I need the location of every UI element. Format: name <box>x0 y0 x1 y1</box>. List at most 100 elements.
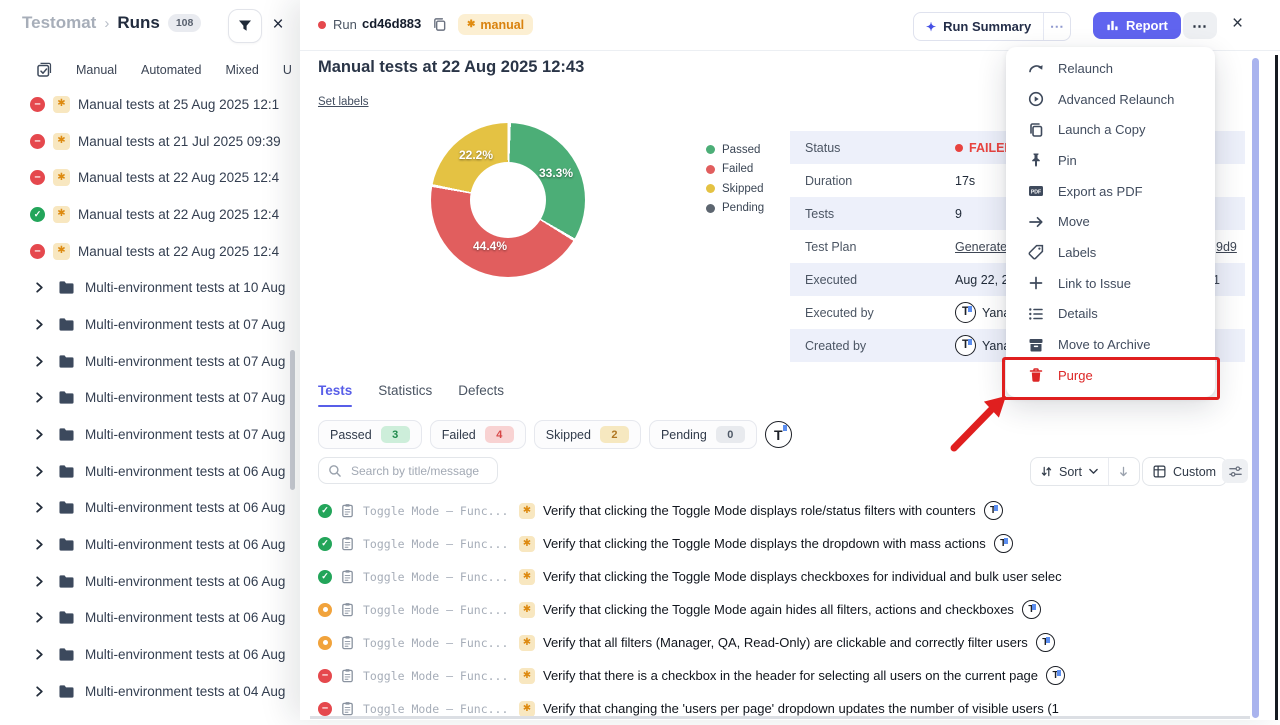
tab-automated[interactable]: Automated <box>141 63 201 77</box>
chevron-right-icon[interactable] <box>34 686 45 697</box>
chevron-right-icon[interactable] <box>34 282 45 293</box>
menu-item-advanced-relaunch[interactable]: Advanced Relaunch <box>1006 84 1215 115</box>
chevron-right-icon[interactable] <box>34 576 45 587</box>
folder-list-item[interactable]: Multi-environment tests at 07 Aug <box>0 416 300 453</box>
tab-mixed[interactable]: Mixed <box>225 63 258 77</box>
sort-button[interactable]: Sort <box>1031 458 1109 485</box>
menu-item-label: Details <box>1058 306 1098 321</box>
run-list-item-label: Manual tests at 22 Aug 2025 12:4 <box>78 244 279 259</box>
run-list-item[interactable]: – ✱ Manual tests at 22 Aug 2025 12:4 <box>0 233 300 270</box>
folder-list-item[interactable]: Multi-environment tests at 04 Aug <box>0 673 300 710</box>
chevron-right-icon[interactable] <box>34 319 45 330</box>
chevron-right-icon[interactable] <box>34 539 45 550</box>
detail-label: Executed <box>805 273 955 287</box>
chevron-right-icon[interactable] <box>34 612 45 623</box>
tab-tests[interactable]: Tests <box>318 383 352 398</box>
test-plan-link[interactable]: Generate <box>955 240 1007 254</box>
clear-filter-button[interactable]: × <box>263 9 293 41</box>
tab-defects[interactable]: Defects <box>458 383 504 398</box>
menu-item-export-as-pdf[interactable]: PDF Export as PDF <box>1006 176 1215 207</box>
chevron-right-icon[interactable] <box>34 392 45 403</box>
testomat-badge-icon[interactable]: T <box>1046 666 1065 685</box>
testomat-badge-icon[interactable]: T <box>984 501 1003 520</box>
display-settings-button[interactable] <box>1222 459 1248 483</box>
menu-item-move[interactable]: Move <box>1006 206 1215 237</box>
run-summary-button[interactable]: ✦ Run Summary <box>914 13 1044 40</box>
test-row[interactable]: Toggle Mode — Func... ✱ Verify that clic… <box>300 593 1280 626</box>
filter-chip-failed[interactable]: Failed 4 <box>430 420 526 449</box>
test-title: Verify that there is a checkbox in the h… <box>543 668 1038 683</box>
chevron-right-icon[interactable] <box>34 466 45 477</box>
tab-truncated[interactable]: U <box>283 63 292 77</box>
run-list-item[interactable]: – ✱ Manual tests at 21 Jul 2025 09:39 <box>0 123 300 160</box>
folder-list-item[interactable]: Multi-environment tests at 06 Aug <box>0 526 300 563</box>
folder-list-item[interactable]: Multi-environment tests at 06 Aug <box>0 600 300 637</box>
testomat-badge-icon[interactable]: T <box>1036 633 1055 652</box>
folder-list-item[interactable]: Multi-environment tests at 06 Aug <box>0 563 300 600</box>
filter-button[interactable] <box>228 9 262 43</box>
filter-chip-passed[interactable]: Passed 3 <box>318 420 422 449</box>
testomat-filter-icon[interactable]: T <box>765 421 792 448</box>
detail-label: Test Plan <box>805 240 955 254</box>
chevron-right-icon[interactable] <box>34 502 45 513</box>
copy-run-id-icon[interactable] <box>432 17 447 32</box>
run-list-item[interactable]: – ✱ Manual tests at 22 Aug 2025 12:4 <box>0 159 300 196</box>
filter-chip-skipped[interactable]: Skipped 2 <box>534 420 641 449</box>
run-list-item[interactable]: – ✱ Manual tests at 25 Aug 2025 12:1 <box>0 86 300 123</box>
panel-scrollbar[interactable] <box>1252 58 1259 718</box>
menu-item-details[interactable]: Details <box>1006 299 1215 330</box>
test-row[interactable]: Toggle Mode — Func... ✱ Verify that all … <box>300 626 1280 659</box>
horizontal-scrollbar[interactable] <box>310 716 1250 719</box>
set-labels-link[interactable]: Set labels <box>318 96 369 108</box>
search-input[interactable] <box>349 463 498 479</box>
chevron-right-icon[interactable] <box>34 429 45 440</box>
custom-view-button[interactable]: Custom <box>1142 457 1227 486</box>
folder-list-item[interactable]: Multi-environment tests at 06 Aug <box>0 453 300 490</box>
folder-list-item[interactable]: Multi-environment tests at 06 Aug <box>0 490 300 527</box>
chevron-right-icon[interactable] <box>34 649 45 660</box>
legend-item-passed: Passed <box>706 140 764 160</box>
menu-item-link-to-issue[interactable]: Link to Issue <box>1006 268 1215 299</box>
folder-list-item[interactable]: Multi-environment tests at 06 Aug <box>0 636 300 673</box>
folder-list-item[interactable]: Multi-environment tests at 10 Aug <box>0 269 300 306</box>
select-all-icon[interactable] <box>36 62 52 78</box>
menu-item-launch-a-copy[interactable]: Launch a Copy <box>1006 114 1215 145</box>
manual-run-icon: ✱ <box>53 169 70 186</box>
test-row[interactable]: ✓ Toggle Mode — Func... ✱ Verify that cl… <box>300 560 1280 593</box>
testomat-badge-icon[interactable]: T <box>994 534 1013 553</box>
run-summary-more-button[interactable]: ⋯ <box>1044 18 1070 35</box>
filter-chip-pending[interactable]: Pending 0 <box>649 420 757 449</box>
more-actions-button[interactable]: ⋯ <box>1183 12 1217 39</box>
testomat-badge-icon[interactable]: T <box>1022 600 1041 619</box>
folder-list-item[interactable]: Multi-environment tests at 07 Aug <box>0 343 300 380</box>
manual-test-icon: ✱ <box>519 503 535 519</box>
menu-item-move-to-archive[interactable]: Move to Archive <box>1006 329 1215 360</box>
folder-list-item-label: Multi-environment tests at 07 Aug <box>85 317 285 332</box>
test-row[interactable]: – Toggle Mode — Func... ✱ Verify that th… <box>300 659 1280 692</box>
tests-list: ✓ Toggle Mode — Func... ✱ Verify that cl… <box>300 494 1280 725</box>
test-title: Verify that clicking the Toggle Mode dis… <box>543 536 986 551</box>
brand-name[interactable]: Testomat <box>22 13 96 33</box>
folder-icon <box>58 647 75 662</box>
folder-list-item[interactable]: Multi-environment tests at 07 Aug <box>0 306 300 343</box>
chevron-right-icon[interactable] <box>34 356 45 367</box>
menu-item-labels[interactable]: Labels <box>1006 237 1215 268</box>
tab-statistics[interactable]: Statistics <box>378 383 432 398</box>
tab-manual[interactable]: Manual <box>76 63 117 77</box>
run-list-item-label: Manual tests at 22 Aug 2025 12:4 <box>78 170 279 185</box>
report-button[interactable]: Report <box>1093 12 1181 39</box>
test-row[interactable]: ✓ Toggle Mode — Func... ✱ Verify that cl… <box>300 494 1280 527</box>
sidebar-scrollbar[interactable] <box>290 350 295 490</box>
menu-item-pin[interactable]: Pin <box>1006 145 1215 176</box>
close-panel-button[interactable]: × <box>1232 13 1243 35</box>
test-row[interactable]: – Toggle Mode — Func... ✱ Verify that ch… <box>300 692 1280 725</box>
search-box[interactable] <box>318 457 498 484</box>
test-row[interactable]: ✓ Toggle Mode — Func... ✱ Verify that cl… <box>300 527 1280 560</box>
run-detail-header: Run cd46d883 ✱ manual ✦ Run Summary ⋯ Re… <box>300 0 1280 51</box>
folder-list-item[interactable]: Multi-environment tests at 07 Aug <box>0 380 300 417</box>
folder-list-item-label: Multi-environment tests at 06 Aug <box>85 574 285 589</box>
breadcrumb-section[interactable]: Runs <box>117 13 160 33</box>
sort-direction-button[interactable] <box>1109 458 1139 485</box>
menu-item-relaunch[interactable]: Relaunch <box>1006 53 1215 84</box>
run-list-item[interactable]: ✓ ✱ Manual tests at 22 Aug 2025 12:4 <box>0 196 300 233</box>
